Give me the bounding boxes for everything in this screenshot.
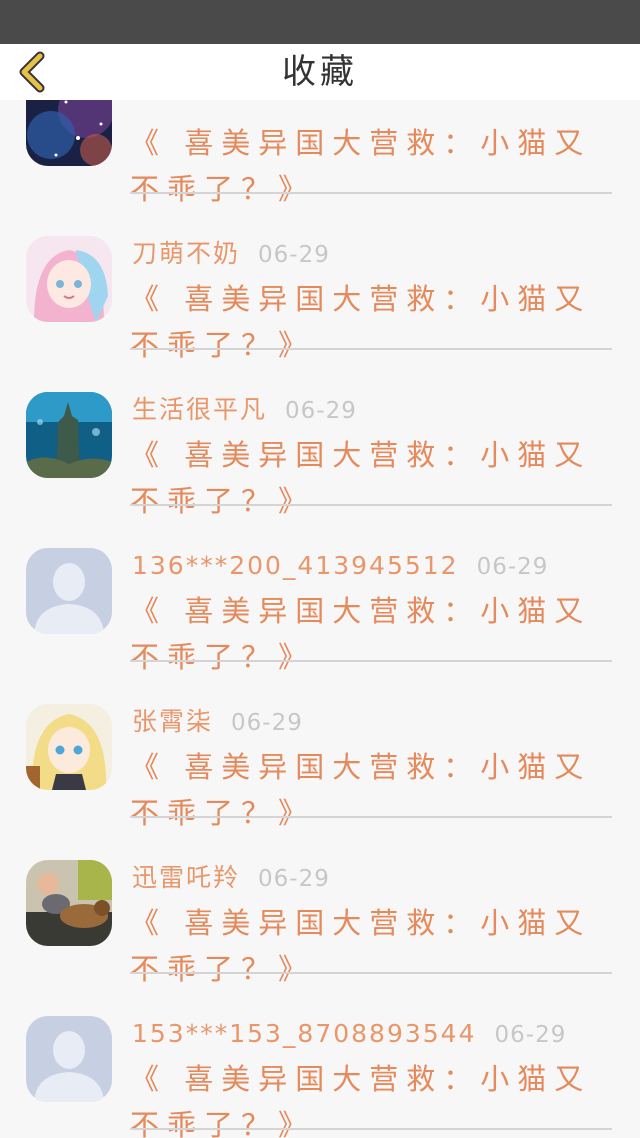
story-title[interactable]: 《 喜美异国大营救：小猫又不乖了？》 [130,1056,610,1138]
date: 06-29 [494,1022,567,1048]
divider [130,1128,612,1130]
date: 06-29 [258,242,330,268]
item-meta: 生活很平凡 06-29 [132,390,357,430]
list-item[interactable]: 生活很平凡 06-29 《 喜美异国大营救：小猫又不乖了？》 [0,350,640,518]
space-avatar[interactable] [26,100,112,166]
username: 刀萌不奶 [132,239,241,268]
item-meta: 刀萌不奶 06-29 [132,234,330,274]
page-title: 收藏 [282,52,358,92]
default-user-avatar[interactable] [26,548,112,634]
list-item[interactable]: 刀萌不奶 06-29 《 喜美异国大营救：小猫又不乖了？》 [0,194,640,362]
anime-girl-blonde-avatar[interactable] [26,704,112,790]
username: 张霄柒 [132,707,214,736]
date: 06-29 [285,398,357,424]
nav-bar: 收藏 [0,44,640,100]
item-meta: 张霄柒 06-29 [132,702,303,742]
item-meta: 136***200_413945512 06-29 [132,546,548,586]
username: 生活很平凡 [132,395,268,424]
date: 06-29 [231,710,303,736]
date: 06-29 [258,866,330,892]
item-meta: 153***153_8708893544 06-29 [132,1014,566,1054]
default-user-avatar[interactable] [26,1016,112,1102]
list-item[interactable]: 迅雷吒羚 06-29 《 喜美异国大营救：小猫又不乖了？》 [0,818,640,986]
username: 136***200_413945512 [132,551,459,580]
item-meta [132,100,150,118]
favorites-list[interactable]: 《 喜美异国大营救：小猫又不乖了？》 刀萌不奶 06-29 《 喜美异国大营救：小… [0,100,640,1138]
item-meta: 迅雷吒羚 06-29 [132,858,330,898]
date: 06-29 [476,554,549,580]
baby-dog-photo-avatar[interactable] [26,860,112,946]
underwater-castle-avatar[interactable] [26,392,112,478]
anime-girl-pink-avatar[interactable] [26,236,112,322]
list-item[interactable]: 张霄柒 06-29 《 喜美异国大营救：小猫又不乖了？》 [0,662,640,830]
list-item[interactable]: 《 喜美异国大营救：小猫又不乖了？》 [0,100,640,206]
status-bar [0,0,640,44]
list-item[interactable]: 153***153_8708893544 06-29 《 喜美异国大营救：小猫又不… [0,974,640,1138]
username: 迅雷吒羚 [132,863,241,892]
list-item[interactable]: 136***200_413945512 06-29 《 喜美异国大营救：小猫又不乖… [0,506,640,674]
username: 153***153_8708893544 [132,1019,477,1048]
